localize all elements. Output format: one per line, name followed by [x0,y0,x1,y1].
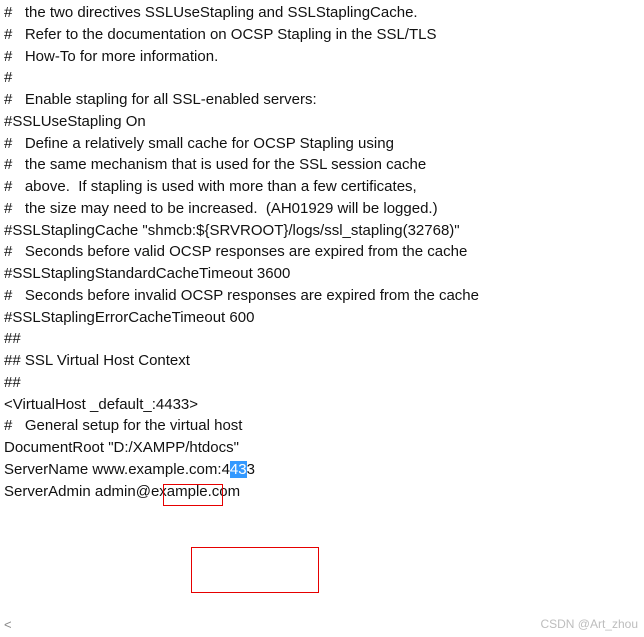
config-line: # Seconds before invalid OCSP responses … [4,285,640,307]
watermark: CSDN @Art_zhou [540,616,638,633]
scroll-indicator: < [4,616,12,635]
config-line: #SSLStaplingStandardCacheTimeout 3600 [4,263,640,285]
config-line: #SSLStaplingCache "shmcb:${SRVROOT}/logs… [4,220,640,242]
highlight-box-docroot [191,547,319,593]
config-line: # General setup for the virtual host [4,415,640,437]
config-line: #SSLStaplingErrorCacheTimeout 600 [4,307,640,329]
config-line: # How-To for more information. [4,46,640,68]
config-line: # the two directives SSLUseStapling and … [4,2,640,24]
config-line: # [4,67,640,89]
config-line: # Seconds before valid OCSP responses ar… [4,241,640,263]
config-line: # Refer to the documentation on OCSP Sta… [4,24,640,46]
config-line: ## [4,328,640,350]
config-line: #SSLUseStapling On [4,111,640,133]
documentroot-line: DocumentRoot "D:/XAMPP/htdocs" [4,437,640,459]
serveradmin-line: ServerAdmin admin@example.com [4,481,640,503]
config-line: # Define a relatively small cache for OC… [4,133,640,155]
config-line: ## [4,372,640,394]
text-selection[interactable]: 43 [230,461,247,478]
config-line: ## SSL Virtual Host Context [4,350,640,372]
servername-post: 3 [247,461,255,478]
config-line: # above. If stapling is used with more t… [4,176,640,198]
config-line: # Enable stapling for all SSL-enabled se… [4,89,640,111]
config-line: # the size may need to be increased. (AH… [4,198,640,220]
servername-line: ServerName www.example.com:4433 [4,459,640,481]
virtualhost-line: <VirtualHost _default_:4433> [4,394,640,416]
servername-pre: ServerName www.example.com:4 [4,461,230,478]
config-line: # the same mechanism that is used for th… [4,154,640,176]
